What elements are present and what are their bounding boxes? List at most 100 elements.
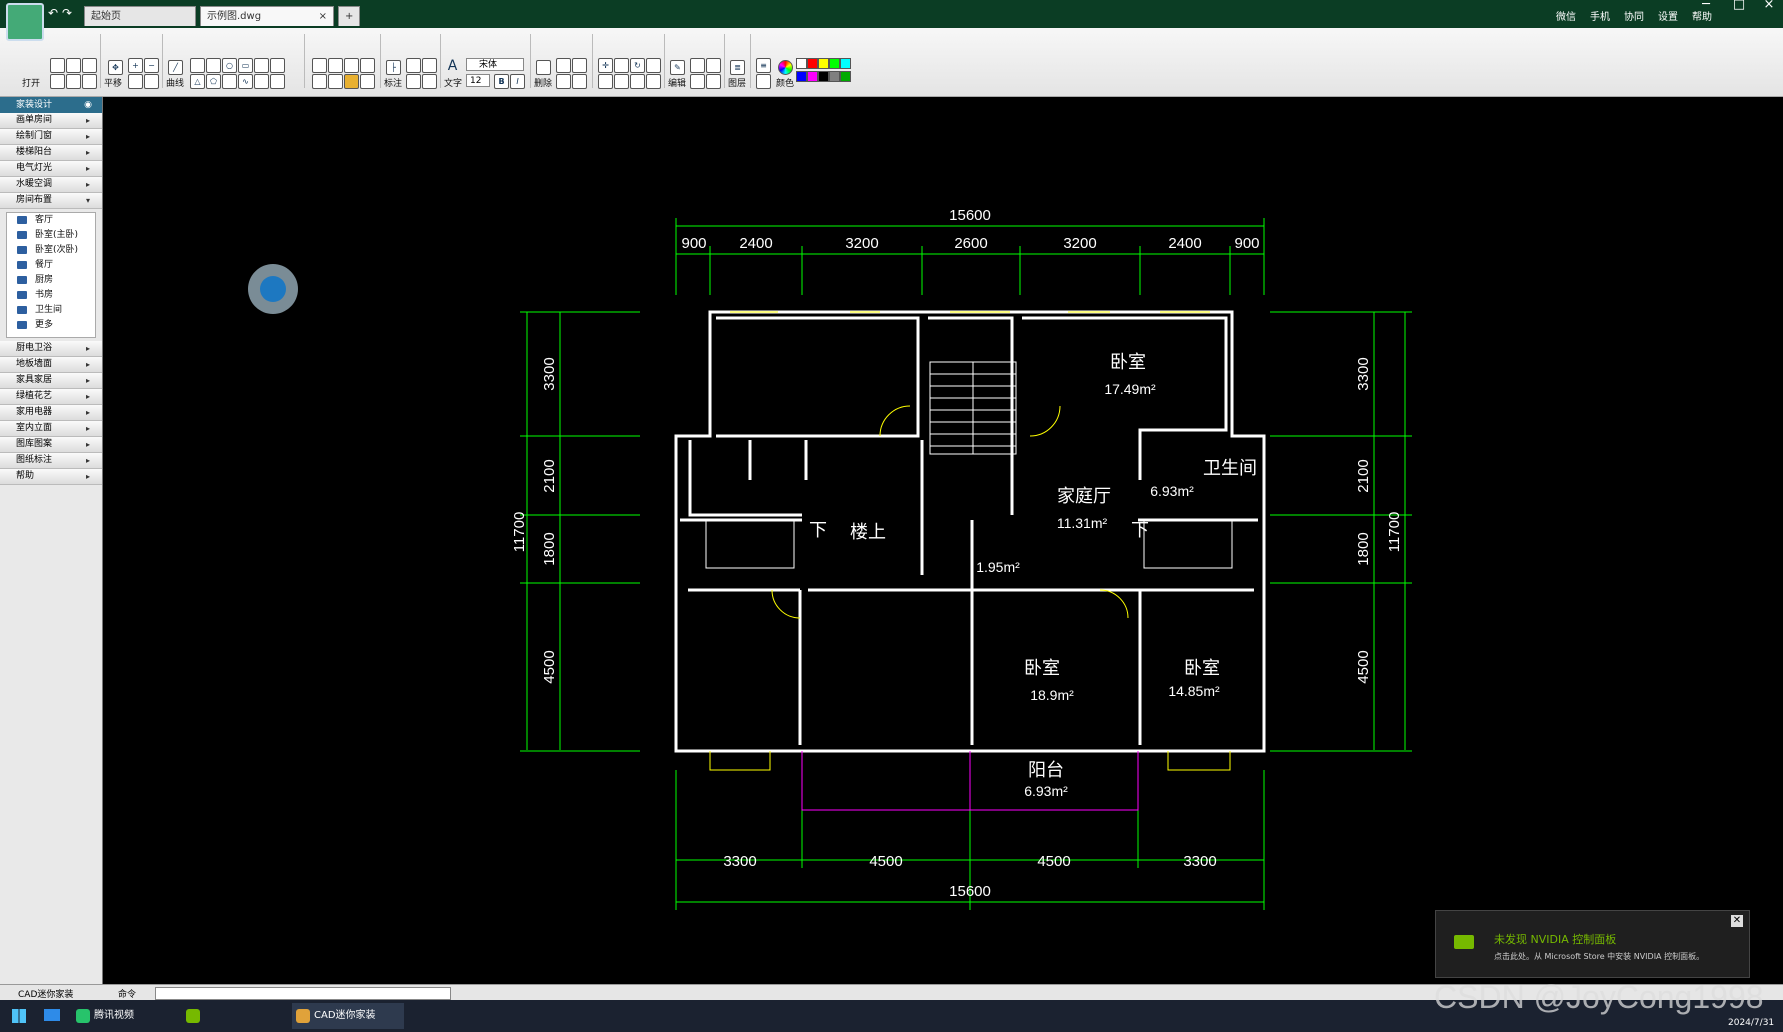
mirror-icon[interactable] xyxy=(646,58,661,73)
tab-start[interactable]: 起始页 xyxy=(84,6,196,26)
phone-link[interactable]: 手机 xyxy=(1590,8,1610,23)
menu-kitchen-bath[interactable]: 厨电卫浴 xyxy=(0,341,102,357)
tab-close-icon[interactable]: × xyxy=(319,7,327,27)
edit-icon[interactable]: ✎ xyxy=(670,60,685,75)
list-item-kitchen[interactable]: 厨房 xyxy=(7,273,95,288)
floating-assistant-icon[interactable] xyxy=(248,264,298,314)
color-swatch[interactable] xyxy=(829,58,840,69)
color-swatch[interactable] xyxy=(796,71,807,82)
zoom-extents-icon[interactable] xyxy=(144,74,159,89)
layer-icon[interactable]: ≣ xyxy=(730,60,745,75)
color-swatch[interactable] xyxy=(840,58,851,69)
tab-drawing[interactable]: 示例图.dwg × xyxy=(200,6,334,26)
ellipse-icon[interactable] xyxy=(254,58,269,73)
image-icon[interactable] xyxy=(82,74,97,89)
list-item-study[interactable]: 书房 xyxy=(7,288,95,303)
leader-icon[interactable] xyxy=(406,74,421,89)
menu-electric-lights[interactable]: 电气灯光 xyxy=(0,161,102,177)
list-item-master-bedroom[interactable]: 卧室(主卧) xyxy=(7,228,95,243)
curve-icon[interactable]: ∿ xyxy=(238,74,253,89)
ray-icon[interactable] xyxy=(270,74,285,89)
collab-link[interactable]: 协同 xyxy=(1624,8,1644,23)
redo-icon[interactable]: ↷ xyxy=(62,6,72,20)
rotate-icon[interactable]: ↻ xyxy=(630,58,645,73)
italic-button[interactable]: I xyxy=(510,74,525,89)
cut-icon[interactable] xyxy=(572,58,587,73)
cloud-icon[interactable] xyxy=(312,74,327,89)
list-icon[interactable] xyxy=(706,74,721,89)
close-button[interactable]: × xyxy=(1758,0,1780,14)
match-prop-icon[interactable] xyxy=(572,74,587,89)
list-item-more[interactable]: 更多 xyxy=(7,318,95,333)
zoom-out-icon[interactable]: − xyxy=(144,58,159,73)
collapse-icon[interactable]: ◉ xyxy=(84,97,92,113)
stretch-icon[interactable] xyxy=(614,74,629,89)
properties-icon[interactable] xyxy=(690,58,705,73)
color-swatch[interactable] xyxy=(807,71,818,82)
drawing-canvas[interactable]: 15600 900 2400 3200 2600 3200 2400 900 3… xyxy=(103,97,1783,984)
floor-plan[interactable]: 15600 900 2400 3200 2600 3200 2400 900 3… xyxy=(103,97,1783,984)
parallelogram-icon[interactable] xyxy=(222,74,237,89)
menu-help[interactable]: 帮助 xyxy=(0,469,102,485)
rectangle-icon[interactable]: ▭ xyxy=(238,58,253,73)
menu-library[interactable]: 图库图案 xyxy=(0,437,102,453)
wipeout-icon[interactable] xyxy=(360,74,375,89)
nvidia-notification[interactable]: 未发现 NVIDIA 控制面板 点击此处。从 Microsoft Store 中… xyxy=(1435,910,1750,978)
text-icon[interactable]: A xyxy=(446,59,459,73)
font-size-select[interactable]: 12 xyxy=(466,74,490,87)
wechat-link[interactable]: 微信 xyxy=(1556,8,1576,23)
menu-draw-room[interactable]: 画单房间 xyxy=(0,113,102,129)
color-wheel-icon[interactable] xyxy=(778,60,793,75)
gradient-icon[interactable] xyxy=(344,74,359,89)
minimize-button[interactable]: ─ xyxy=(1695,0,1717,14)
list-item-living[interactable]: 客厅 xyxy=(7,213,95,228)
menu-floor-wall[interactable]: 地板墙面 xyxy=(0,357,102,373)
color-swatch[interactable] xyxy=(829,71,840,82)
polyline-icon[interactable] xyxy=(190,58,205,73)
menu-furniture[interactable]: 家具家居 xyxy=(0,373,102,389)
copy-icon[interactable] xyxy=(556,58,571,73)
panel-header[interactable]: 家装设计 ◉ xyxy=(0,97,102,113)
color-swatch[interactable] xyxy=(807,58,818,69)
triangle-icon[interactable]: △ xyxy=(190,74,205,89)
menu-stairs-balcony[interactable]: 楼梯阳台 xyxy=(0,145,102,161)
dimension-icon[interactable]: ├ xyxy=(386,60,401,75)
measure-icon[interactable] xyxy=(690,74,705,89)
maximize-button[interactable]: □ xyxy=(1728,0,1750,14)
radius-dim-icon[interactable] xyxy=(422,74,437,89)
trim-icon[interactable] xyxy=(630,74,645,89)
table-icon[interactable] xyxy=(360,58,375,73)
scale-icon[interactable] xyxy=(614,58,629,73)
color-swatch[interactable] xyxy=(840,71,851,82)
open-file-icon[interactable] xyxy=(50,58,65,73)
new-tab-button[interactable]: + xyxy=(338,6,360,26)
list-item-dining[interactable]: 餐厅 xyxy=(7,258,95,273)
line-icon[interactable]: ╱ xyxy=(168,60,183,75)
menu-plants[interactable]: 绿植花艺 xyxy=(0,389,102,405)
donut-icon[interactable] xyxy=(328,74,343,89)
circle-icon[interactable]: ○ xyxy=(222,58,237,73)
undo-icon[interactable]: ↶ xyxy=(48,6,58,20)
menu-elevation[interactable]: 室内立面 xyxy=(0,421,102,437)
trapezoid-icon[interactable] xyxy=(254,74,269,89)
taskbar-item-video[interactable]: 腾讯视频 xyxy=(72,1003,176,1029)
zoom-window-icon[interactable] xyxy=(128,74,143,89)
region-icon[interactable] xyxy=(344,58,359,73)
aligned-dim-icon[interactable] xyxy=(406,58,421,73)
app-logo-icon[interactable] xyxy=(6,3,44,41)
offset-icon[interactable] xyxy=(598,74,613,89)
notification-close-button[interactable]: ✕ xyxy=(1731,915,1743,927)
arc-icon[interactable] xyxy=(206,58,221,73)
bold-button[interactable]: B xyxy=(494,74,509,89)
color-swatch[interactable] xyxy=(818,71,829,82)
taskbar-item-cad[interactable]: CAD迷你家装 xyxy=(292,1003,404,1029)
zoom-in-icon[interactable]: + xyxy=(128,58,143,73)
list-item-bathroom[interactable]: 卫生间 xyxy=(7,303,95,318)
font-name-select[interactable]: 宋体 xyxy=(466,58,524,71)
export-icon[interactable] xyxy=(66,74,81,89)
color-swatch[interactable] xyxy=(796,58,807,69)
menu-doors-windows[interactable]: 绘制门窗 xyxy=(0,129,102,145)
pan-icon[interactable]: ✥ xyxy=(108,60,123,75)
lineweight-icon[interactable] xyxy=(756,74,771,89)
desktop-icon[interactable] xyxy=(44,1009,60,1021)
